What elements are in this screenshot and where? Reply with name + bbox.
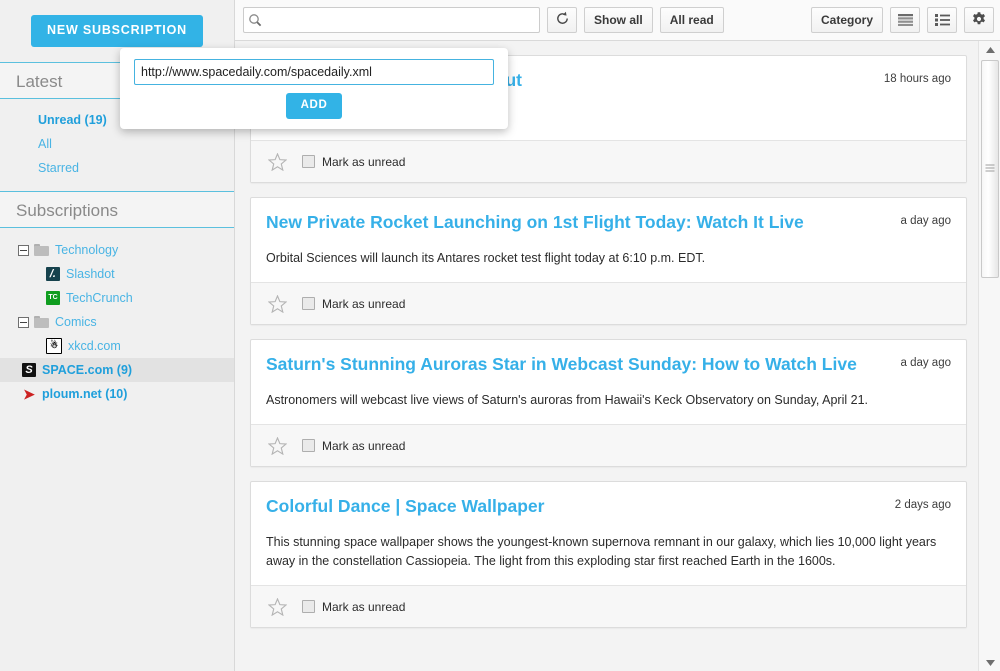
tree-feed-ploum[interactable]: ➤ ploum.net (10): [0, 382, 234, 406]
tree-label: Slashdot: [66, 267, 115, 281]
subscriptions-section-header: Subscriptions: [0, 191, 234, 228]
article-timestamp: 18 hours ago: [884, 69, 951, 85]
subscription-url-input[interactable]: [134, 59, 494, 85]
popup-add-row: ADD: [120, 93, 508, 119]
folder-icon: [34, 316, 49, 328]
star-icon[interactable]: [266, 151, 288, 172]
view-list-button[interactable]: [927, 7, 957, 33]
tree-feed-space[interactable]: S SPACE.com (9): [0, 358, 234, 382]
article-body: New Private Rocket Launching on 1st Flig…: [251, 198, 966, 282]
sidebar-item-label: Starred: [38, 161, 79, 175]
article-body: Colorful Dance | Space Wallpaper 2 days …: [251, 482, 966, 585]
tree-label: TechCrunch: [66, 291, 133, 305]
article-timestamp: 2 days ago: [895, 495, 951, 511]
article-summary: Orbital Sciences will launch its Antares…: [266, 249, 951, 268]
xkcd-favicon: ☃: [46, 338, 62, 354]
tree-folder-comics[interactable]: Comics: [0, 310, 234, 334]
sidebar-item-all[interactable]: All: [0, 132, 234, 156]
settings-button[interactable]: [964, 7, 994, 33]
category-button[interactable]: Category: [811, 7, 883, 33]
article-title[interactable]: Colorful Dance | Space Wallpaper: [266, 495, 895, 517]
view-expanded-button[interactable]: [890, 7, 920, 33]
search-icon: [244, 8, 266, 32]
tree-feed-techcrunch[interactable]: TC TechCrunch: [0, 286, 234, 310]
star-icon[interactable]: [266, 596, 288, 617]
refresh-button[interactable]: [547, 7, 577, 33]
article-actions: Mark as unread: [251, 140, 966, 182]
mark-as-unread-label[interactable]: Mark as unread: [322, 297, 405, 311]
tree-label: SPACE.com (9): [42, 363, 132, 377]
scrollbar-thumb[interactable]: [981, 60, 999, 278]
techcrunch-favicon: TC: [46, 291, 60, 305]
article-actions: Mark as unread: [251, 282, 966, 324]
star-icon[interactable]: [266, 435, 288, 456]
tree-label: Comics: [55, 315, 97, 329]
article-body: Saturn's Stunning Auroras Star in Webcas…: [251, 340, 966, 424]
article-actions: Mark as unread: [251, 424, 966, 466]
article-summary: This stunning space wallpaper shows the …: [266, 533, 951, 571]
rss-reader-app: NEW SUBSCRIPTION Latest Unread (19) All …: [0, 0, 1000, 671]
tree-label: ploum.net (10): [42, 387, 127, 401]
article-card[interactable]: Saturn's Stunning Auroras Star in Webcas…: [250, 339, 967, 467]
tree-folder-technology[interactable]: Technology: [0, 238, 234, 262]
article-actions: Mark as unread: [251, 585, 966, 627]
article-title[interactable]: Saturn's Stunning Auroras Star in Webcas…: [266, 353, 900, 375]
show-all-button[interactable]: Show all: [584, 7, 653, 33]
mark-as-unread-checkbox[interactable]: [302, 297, 315, 310]
article-title[interactable]: New Private Rocket Launching on 1st Flig…: [266, 211, 900, 233]
mark-as-unread-checkbox[interactable]: [302, 600, 315, 613]
vertical-scrollbar[interactable]: [978, 41, 1000, 671]
view-list-icon: [935, 14, 950, 26]
scroll-down-arrow-icon[interactable]: [979, 654, 1000, 671]
mark-as-unread-checkbox[interactable]: [302, 155, 315, 168]
article-header: Colorful Dance | Space Wallpaper 2 days …: [266, 495, 951, 517]
article-card[interactable]: New Private Rocket Launching on 1st Flig…: [250, 197, 967, 325]
new-subscription-popup: ADD: [120, 48, 508, 129]
article-header: Saturn's Stunning Auroras Star in Webcas…: [266, 353, 951, 375]
gear-icon: [971, 11, 987, 30]
slashdot-favicon: /.: [46, 267, 60, 281]
sidebar-item-starred[interactable]: Starred: [0, 156, 234, 180]
tree-feed-xkcd[interactable]: ☃ xkcd.com: [0, 334, 234, 358]
new-subscription-button[interactable]: NEW SUBSCRIPTION: [31, 15, 203, 47]
mark-as-unread-label[interactable]: Mark as unread: [322, 600, 405, 614]
article-summary: Astronomers will webcast live views of S…: [266, 391, 951, 410]
popup-url-row: [120, 48, 508, 85]
subscriptions-tree: Technology /. Slashdot TC TechCrunch Com…: [0, 228, 234, 406]
article-card[interactable]: Colorful Dance | Space Wallpaper 2 days …: [250, 481, 967, 628]
tree-label: xkcd.com: [68, 339, 121, 353]
add-subscription-button[interactable]: ADD: [286, 93, 343, 119]
article-header: New Private Rocket Launching on 1st Flig…: [266, 211, 951, 233]
refresh-icon: [555, 11, 570, 29]
mark-as-unread-label[interactable]: Mark as unread: [322, 439, 405, 453]
article-timestamp: a day ago: [900, 211, 951, 227]
scroll-up-arrow-icon[interactable]: [979, 41, 1000, 58]
collapse-toggle-icon[interactable]: [18, 245, 29, 256]
collapse-toggle-icon[interactable]: [18, 317, 29, 328]
article-timestamp: a day ago: [900, 353, 951, 369]
sidebar-item-label: Unread (19): [38, 113, 107, 127]
ploum-favicon: ➤: [22, 387, 36, 401]
space-favicon: S: [22, 363, 36, 377]
all-read-button[interactable]: All read: [660, 7, 724, 33]
toolbar: Show all All read Category: [235, 0, 1000, 41]
sidebar-item-label: All: [38, 137, 52, 151]
search-input[interactable]: [266, 9, 539, 31]
view-expanded-icon: [898, 14, 913, 26]
tree-feed-slashdot[interactable]: /. Slashdot: [0, 262, 234, 286]
star-icon[interactable]: [266, 293, 288, 314]
mark-as-unread-label[interactable]: Mark as unread: [322, 155, 405, 169]
search-box[interactable]: [243, 7, 540, 33]
mark-as-unread-checkbox[interactable]: [302, 439, 315, 452]
folder-icon: [34, 244, 49, 256]
article-list: ...w US Rocket's Launch Debut 18 hours a…: [235, 41, 1000, 671]
scrollbar-grip-icon: [986, 165, 995, 174]
tree-label: Technology: [55, 243, 118, 257]
scrollbar-track[interactable]: [981, 58, 999, 654]
